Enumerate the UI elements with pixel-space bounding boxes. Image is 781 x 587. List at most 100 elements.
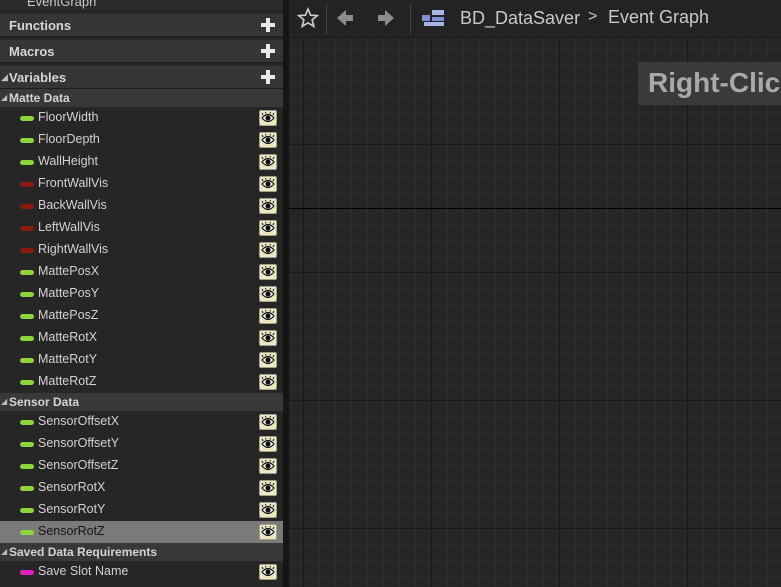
event-graph-item[interactable]: EventGraph — [0, 0, 283, 10]
eye-icon[interactable] — [259, 110, 277, 126]
collapse-caret-icon[interactable]: ◢ — [1, 72, 8, 83]
variable-type-pill-icon — [20, 182, 34, 187]
eye-icon[interactable] — [259, 264, 277, 280]
event-graph-label: EventGraph — [27, 0, 97, 9]
variable-type-pill-icon — [20, 570, 34, 575]
arrow-right-icon[interactable] — [376, 8, 396, 33]
eye-icon[interactable] — [259, 524, 277, 540]
variable-row[interactable]: LeftWallVis — [0, 217, 283, 239]
eye-icon[interactable] — [259, 154, 277, 170]
variable-row[interactable]: MatteRotZ — [0, 371, 283, 393]
variable-group-header[interactable]: ◢ Sensor Data — [0, 393, 283, 411]
eye-icon[interactable] — [259, 198, 277, 214]
variable-type-pill-icon — [20, 116, 34, 121]
hint-text: Right-Click — [648, 67, 781, 98]
variable-group-title: Matte Data — [9, 91, 70, 105]
eye-icon[interactable] — [259, 414, 277, 430]
variable-name: MattePosX — [38, 264, 100, 278]
eye-icon[interactable] — [259, 480, 277, 496]
macros-label: Macros — [9, 44, 55, 59]
variable-row[interactable]: BackWallVis — [0, 195, 283, 217]
blueprint-icon — [422, 9, 446, 32]
variable-name: MatteRotY — [38, 352, 98, 366]
variable-group-header[interactable]: ◢ Matte Data — [0, 89, 283, 107]
variable-type-pill-icon — [20, 270, 34, 275]
eye-icon[interactable] — [259, 502, 277, 518]
functions-category[interactable]: Functions — [0, 13, 283, 37]
eye-icon[interactable] — [259, 308, 277, 324]
add-macro-button[interactable] — [260, 43, 276, 59]
graph-icon — [10, 0, 24, 6]
macros-category[interactable]: Macros — [0, 39, 283, 63]
eye-icon[interactable] — [259, 352, 277, 368]
variable-name: SensorOffsetX — [38, 414, 120, 428]
graph-origin-line-horizontal — [289, 208, 781, 209]
variable-row[interactable]: MattePosY — [0, 283, 283, 305]
eye-icon[interactable] — [259, 330, 277, 346]
eye-icon[interactable] — [259, 374, 277, 390]
arrow-left-icon[interactable] — [335, 8, 355, 33]
breadcrumb-blueprint[interactable]: BD_DataSaver — [460, 8, 580, 29]
variable-type-pill-icon — [20, 530, 34, 535]
eye-icon[interactable] — [259, 286, 277, 302]
variables-category[interactable]: ◢ Variables — [0, 65, 283, 89]
variable-row[interactable]: FloorWidth — [0, 107, 283, 129]
variable-row[interactable]: SensorOffsetX — [0, 411, 283, 433]
variable-row[interactable]: MattePosZ — [0, 305, 283, 327]
variable-name: MatteRotZ — [38, 374, 97, 388]
variable-row[interactable]: RightWallVis — [0, 239, 283, 261]
variable-name: Save Slot Name — [38, 564, 129, 578]
add-function-button[interactable] — [260, 17, 276, 33]
variable-row[interactable]: SensorRotZ — [0, 521, 283, 543]
eye-icon[interactable] — [259, 132, 277, 148]
variable-row[interactable]: Save Slot Name — [0, 561, 283, 583]
variable-type-pill-icon — [20, 420, 34, 425]
eye-icon[interactable] — [259, 220, 277, 236]
add-variable-button[interactable] — [260, 69, 276, 85]
variable-name: SensorRotX — [38, 480, 106, 494]
variable-type-pill-icon — [20, 248, 34, 253]
variable-name: FloorDepth — [38, 132, 100, 146]
variable-row[interactable]: SensorOffsetZ — [0, 455, 283, 477]
eye-icon[interactable] — [259, 176, 277, 192]
variable-type-pill-icon — [20, 160, 34, 165]
variable-type-pill-icon — [20, 226, 34, 231]
variable-row[interactable]: MatteRotY — [0, 349, 283, 371]
variable-row[interactable]: SensorRotX — [0, 477, 283, 499]
variable-row[interactable]: WallHeight — [0, 151, 283, 173]
variable-row[interactable]: SensorRotY — [0, 499, 283, 521]
eye-icon[interactable] — [259, 242, 277, 258]
variable-name: SensorRotZ — [38, 524, 105, 538]
variable-type-pill-icon — [20, 138, 34, 143]
variable-row[interactable]: MattePosX — [0, 261, 283, 283]
star-icon[interactable] — [296, 6, 320, 34]
variable-row[interactable]: FloorDepth — [0, 129, 283, 151]
collapse-caret-icon[interactable]: ◢ — [1, 93, 7, 102]
toolbar-divider — [326, 4, 327, 34]
variable-type-pill-icon — [20, 508, 34, 513]
variables-label: Variables — [9, 70, 67, 85]
eye-icon[interactable] — [259, 436, 277, 452]
variable-name: RightWallVis — [38, 242, 109, 256]
right-click-hint: Right-Click — [638, 62, 781, 105]
variable-row[interactable]: MatteRotX — [0, 327, 283, 349]
variable-name: FrontWallVis — [38, 176, 109, 190]
variable-group-header[interactable]: ◢ Saved Data Requirements — [0, 543, 283, 561]
collapse-caret-icon[interactable]: ◢ — [1, 397, 7, 406]
eye-icon[interactable] — [259, 564, 277, 580]
variable-row[interactable]: FrontWallVis — [0, 173, 283, 195]
variable-name: LeftWallVis — [38, 220, 100, 234]
variable-name: MatteRotX — [38, 330, 98, 344]
variable-type-pill-icon — [20, 380, 34, 385]
breadcrumb-separator: > — [588, 8, 598, 25]
variable-type-pill-icon — [20, 486, 34, 491]
variable-type-pill-icon — [20, 464, 34, 469]
collapse-caret-icon[interactable]: ◢ — [1, 547, 7, 556]
variable-name: FloorWidth — [38, 110, 99, 124]
variable-row[interactable]: SensorOffsetY — [0, 433, 283, 455]
breadcrumb-event-graph[interactable]: Event Graph — [608, 7, 709, 28]
variable-name: MattePosY — [38, 286, 100, 300]
eye-icon[interactable] — [259, 458, 277, 474]
variable-name: SensorOffsetZ — [38, 458, 119, 472]
variable-type-pill-icon — [20, 204, 34, 209]
